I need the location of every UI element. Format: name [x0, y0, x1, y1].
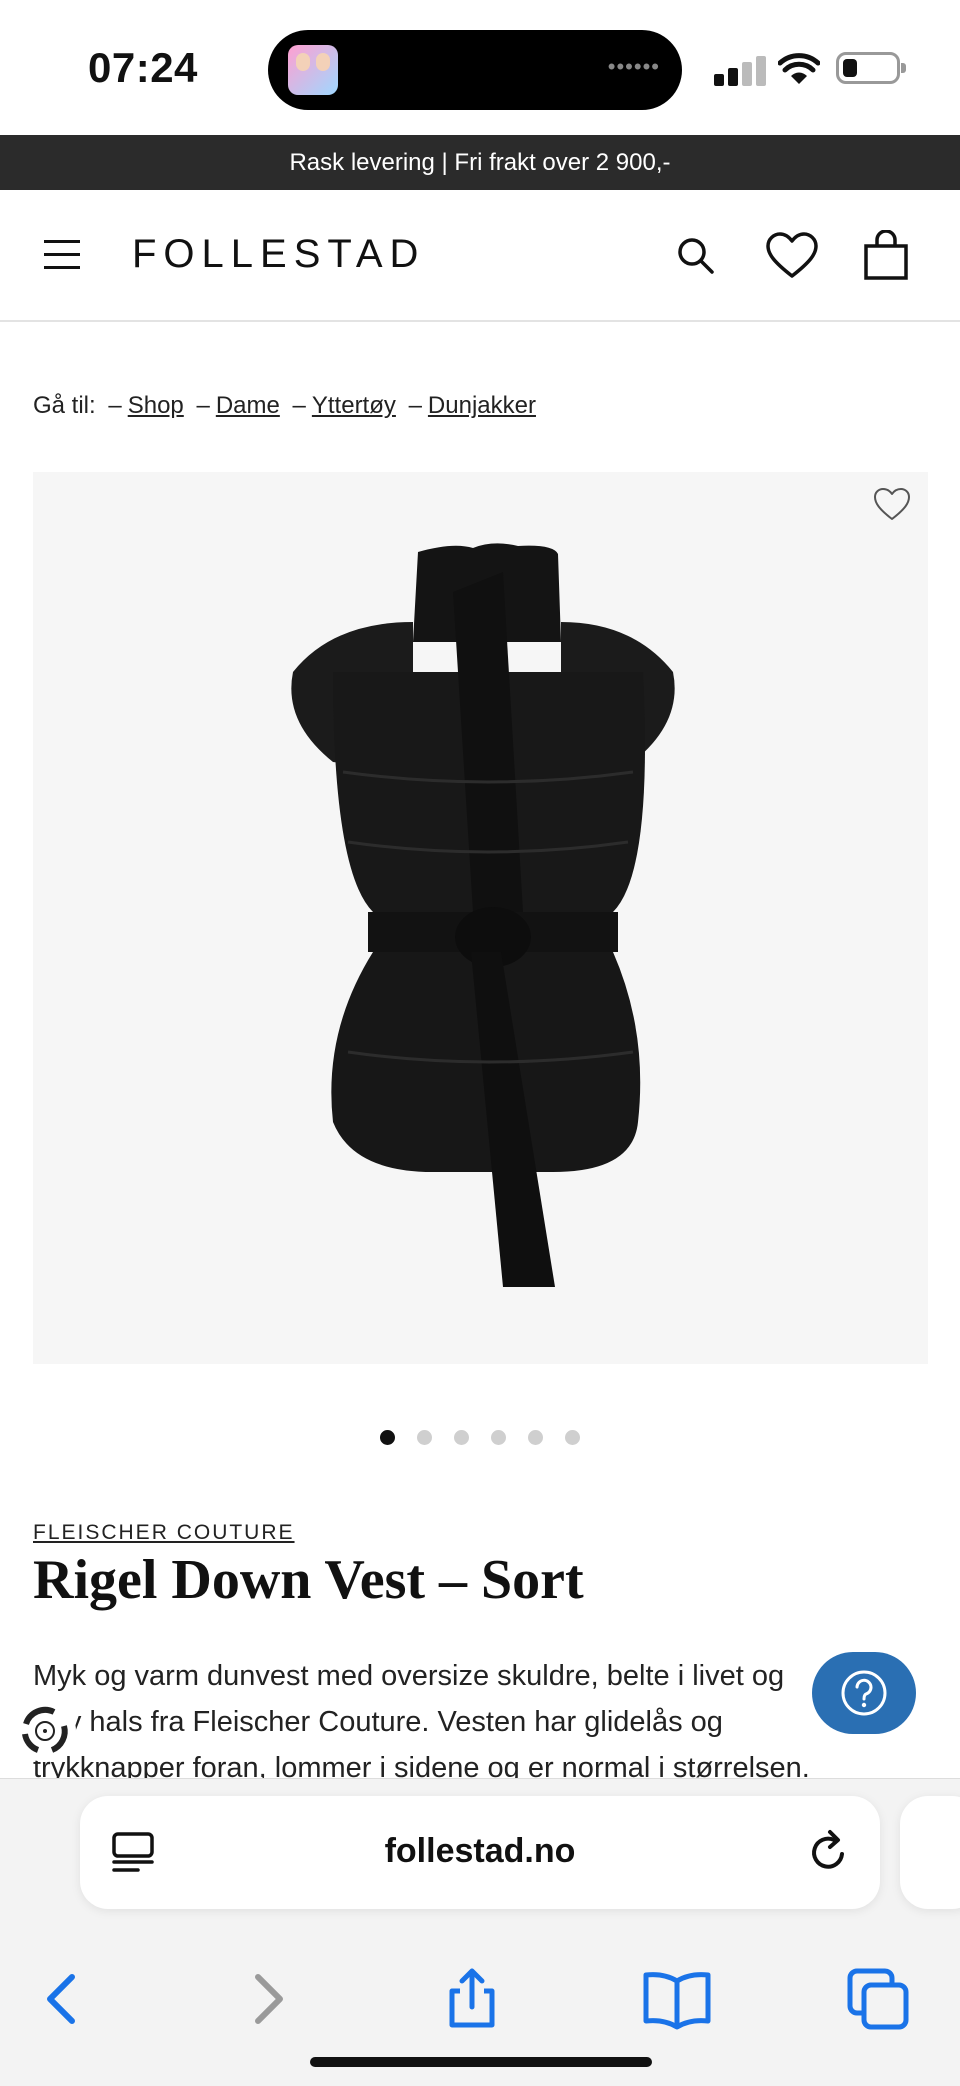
recycle-badge-icon[interactable]: [14, 1700, 76, 1762]
next-tab-preview[interactable]: [900, 1796, 960, 1909]
carousel-indicator: [0, 1430, 960, 1445]
cellular-signal-icon: [714, 54, 766, 86]
browser-toolbar: follestad.no: [0, 1778, 960, 2086]
carousel-dot[interactable]: [380, 1430, 395, 1445]
carousel-dot[interactable]: [565, 1430, 580, 1445]
back-icon[interactable]: [30, 1967, 94, 2031]
battery-icon: [836, 52, 906, 84]
reload-icon[interactable]: [804, 1828, 852, 1876]
now-playing-thumbnail: [288, 45, 338, 95]
breadcrumb-prefix: Gå til:: [33, 392, 96, 419]
breadcrumb: Gå til: – Shop – Dame – Yttertøy – Dunjakker: [33, 392, 536, 419]
status-time: 07:24: [88, 44, 198, 91]
promo-banner: Rask levering | Fri frakt over 2 900,-: [0, 135, 960, 190]
breadcrumb-link-shop[interactable]: Shop: [128, 392, 184, 419]
shopping-bag-icon[interactable]: [862, 230, 910, 282]
breadcrumb-link-dame[interactable]: Dame: [216, 392, 280, 419]
carousel-dot[interactable]: [528, 1430, 543, 1445]
menu-icon[interactable]: [44, 240, 80, 270]
breadcrumb-link-yttertoy[interactable]: Yttertøy: [312, 392, 396, 419]
product-photo-vest: [291, 543, 675, 1287]
carousel-dot[interactable]: [454, 1430, 469, 1445]
site-header: FOLLESTAD: [0, 190, 960, 322]
dynamic-island[interactable]: ••••••: [268, 30, 682, 110]
url-text: follestad.no: [384, 1832, 576, 1870]
site-logo[interactable]: FOLLESTAD: [132, 232, 425, 277]
search-icon[interactable]: [670, 230, 722, 282]
status-bar: 07:24 ••••••: [0, 0, 960, 135]
address-bar[interactable]: follestad.no: [80, 1796, 880, 1909]
audio-waveform-icon: ••••••: [607, 54, 660, 79]
question-icon: [841, 1670, 887, 1716]
wifi-icon: [778, 53, 820, 84]
product-description: Myk og varm dunvest med oversize skuldre…: [33, 1660, 810, 1784]
bookmarks-icon[interactable]: [642, 1967, 712, 2031]
help-button[interactable]: [812, 1652, 916, 1734]
breadcrumb-link-dunjakker[interactable]: Dunjakker: [428, 392, 536, 419]
carousel-dot[interactable]: [417, 1430, 432, 1445]
share-icon[interactable]: [440, 1967, 504, 2031]
product-image-gallery[interactable]: [33, 472, 928, 1364]
home-indicator: [310, 2057, 652, 2067]
product-brand-link[interactable]: FLEISCHER COUTURE: [33, 1521, 295, 1545]
carousel-dot[interactable]: [491, 1430, 506, 1445]
forward-icon[interactable]: [236, 1967, 300, 2031]
product-title: Rigel Down Vest – Sort: [33, 1549, 584, 1611]
wishlist-icon[interactable]: [764, 230, 820, 282]
tabs-icon[interactable]: [846, 1967, 910, 2031]
